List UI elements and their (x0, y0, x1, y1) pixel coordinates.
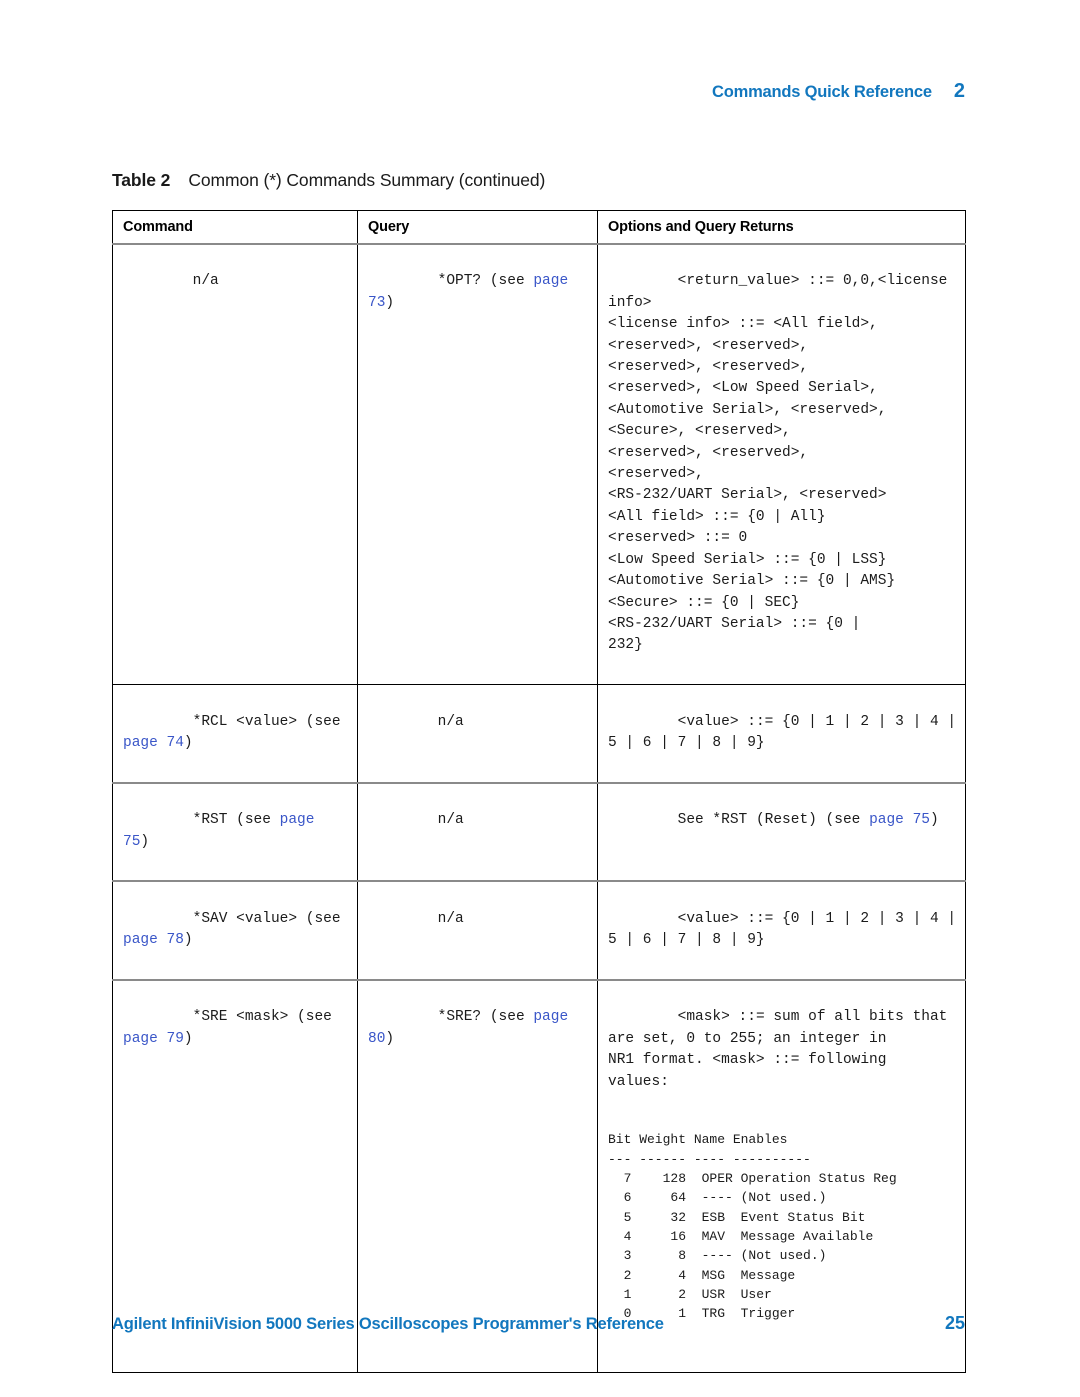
table-caption-label: Table 2 (112, 170, 171, 190)
running-header: Commands Quick Reference 2 (112, 80, 965, 103)
cell-command: n/a (112, 244, 358, 686)
chapter-number: 2 (953, 80, 965, 102)
query-text: n/a (437, 713, 464, 730)
cell-options: See *RST (Reset) (see page 75) (597, 782, 966, 883)
command-text-pre: *SRE <mask> (see (192, 1009, 332, 1026)
cell-command: *SAV <value> (see page 78) (112, 881, 358, 981)
query-text-post: ) (385, 1030, 395, 1047)
page-reference-link[interactable]: page 74 (123, 735, 184, 751)
command-text-pre: *RCL <value> (see (192, 713, 341, 730)
cell-command: *RST (see page 75) (112, 782, 358, 883)
cell-query: *OPT? (see page 73) (357, 244, 598, 686)
command-text-post: ) (183, 1030, 193, 1047)
table-row: *RCL <value> (see page 74) n/a <value> :… (112, 684, 966, 784)
footer-book-title: Agilent InfiniiVision 5000 Series Oscill… (112, 1315, 664, 1333)
footer-page-number: 25 (944, 1313, 965, 1333)
column-header-command: Command (112, 210, 358, 245)
cell-command: *RCL <value> (see page 74) (112, 684, 358, 784)
cell-query: n/a (357, 782, 598, 883)
page-reference-link[interactable]: page 78 (123, 932, 184, 948)
options-text: <value> ::= {0 | 1 | 2 | 3 | 4 | 5 | 6 |… (608, 713, 957, 751)
column-header-query: Query (357, 210, 598, 245)
commands-summary-table: Command Query Options and Query Returns … (112, 210, 966, 1374)
command-text-post: ) (183, 932, 193, 949)
command-text-post: ) (140, 833, 150, 850)
options-text: <mask> ::= sum of all bits that are set,… (608, 1009, 948, 1090)
page-reference-link[interactable]: page 79 (123, 1031, 184, 1047)
column-header-options: Options and Query Returns (597, 210, 966, 245)
cell-options: <value> ::= {0 | 1 | 2 | 3 | 4 | 5 | 6 |… (597, 881, 966, 981)
table-row: n/a *OPT? (see page 73) <return_value> :… (112, 244, 966, 686)
chapter-title: Commands Quick Reference (712, 83, 932, 101)
command-text-pre: *RST (see (192, 812, 280, 829)
page-reference-link[interactable]: page 75 (869, 812, 930, 828)
options-text: <value> ::= {0 | 1 | 2 | 3 | 4 | 5 | 6 |… (608, 910, 957, 949)
options-text-post: ) (929, 812, 939, 829)
table-row: *SAV <value> (see page 78) n/a <value> :… (112, 881, 966, 981)
page-footer: Agilent InfiniiVision 5000 Series Oscill… (112, 1313, 965, 1334)
table-row: *RST (see page 75) n/a See *RST (Reset) … (112, 782, 966, 883)
query-text-pre: *SRE? (see (437, 1009, 534, 1026)
query-text-post: ) (385, 294, 395, 311)
query-text-pre: *OPT? (see (437, 273, 534, 290)
cell-options: <value> ::= {0 | 1 | 2 | 3 | 4 | 5 | 6 |… (597, 684, 966, 784)
table-caption-text: Common (*) Commands Summary (continued) (188, 170, 546, 190)
cell-query: n/a (357, 684, 598, 784)
status-bit-table: Bit Weight Name Enables --- ------ ---- … (608, 1132, 897, 1322)
command-text: n/a (192, 273, 219, 290)
query-text: n/a (437, 812, 464, 829)
command-text-post: ) (183, 734, 193, 751)
options-text: <return_value> ::= 0,0,<license info> <l… (608, 273, 948, 654)
table-header-row: Command Query Options and Query Returns (112, 210, 966, 245)
cell-query: n/a (357, 881, 598, 981)
options-text-pre: See *RST (Reset) (see (677, 812, 870, 829)
table-caption: Table 2 Common (*) Commands Summary (cont… (112, 170, 545, 191)
cell-options: <return_value> ::= 0,0,<license info> <l… (597, 244, 966, 686)
query-text: n/a (437, 910, 464, 927)
command-text-pre: *SAV <value> (see (192, 910, 341, 927)
